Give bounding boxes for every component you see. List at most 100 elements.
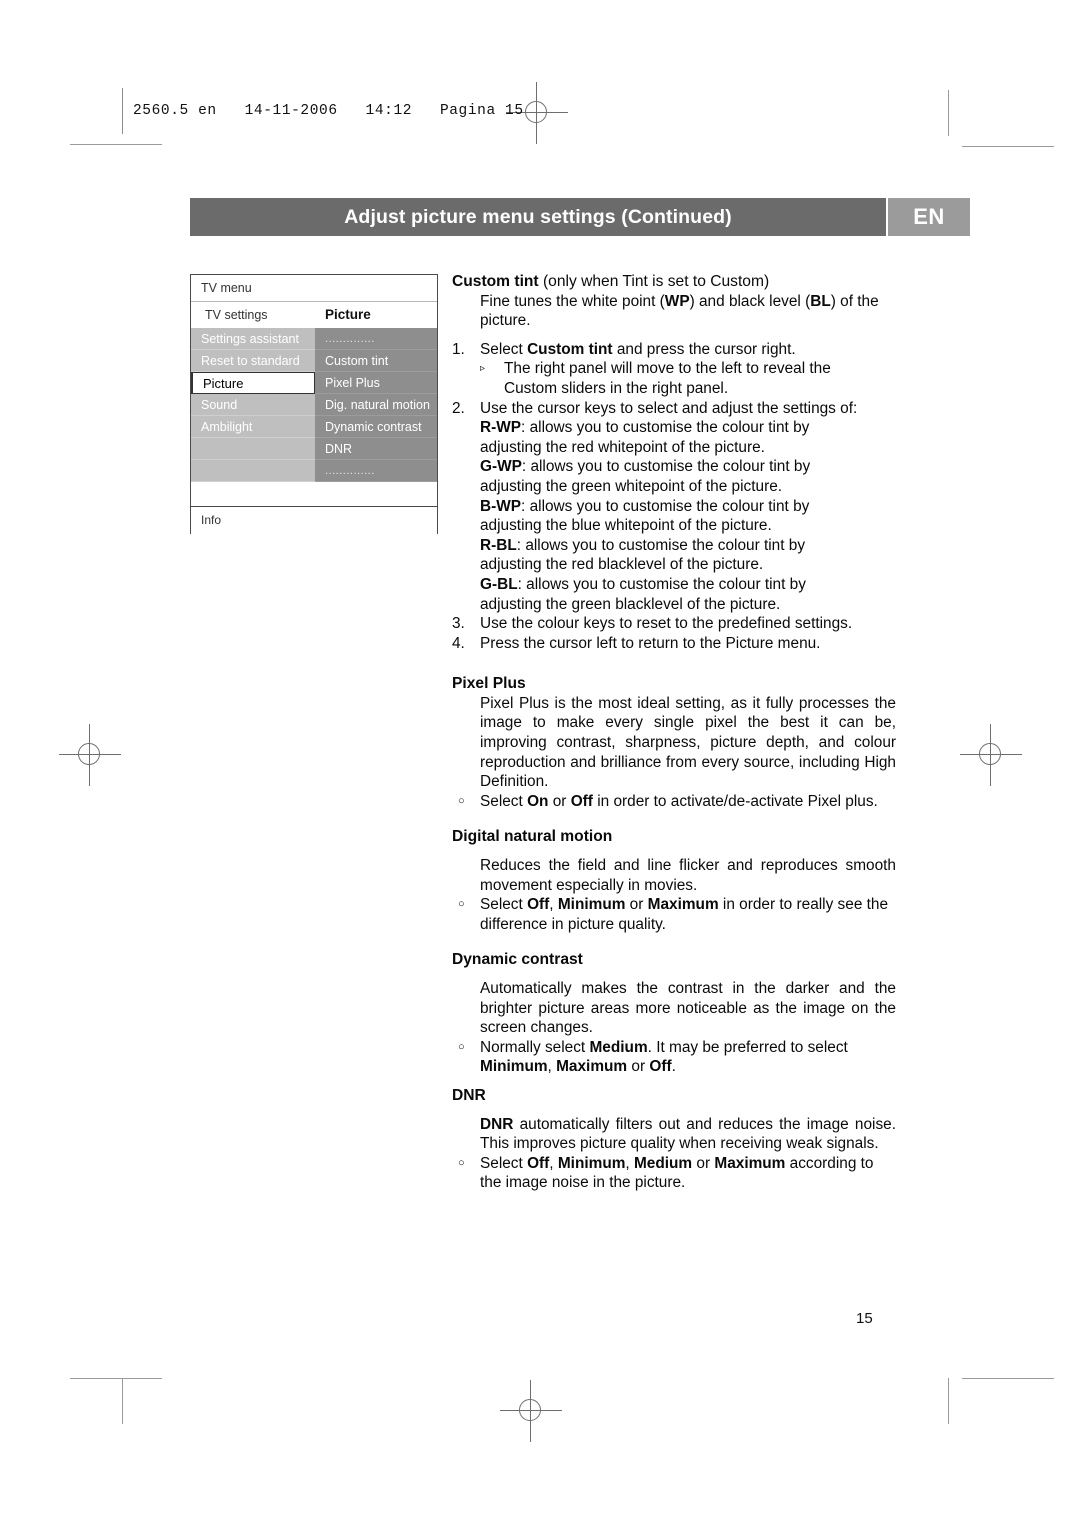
dc-bullet-a: Normally select [480,1038,590,1056]
tv-menu-item-blank-1 [191,438,315,460]
pixel-plus-option-off: Off [570,792,593,810]
definition-r-wp-term: R-WP [480,419,522,437]
tv-menu-item-sound[interactable]: Sound [191,394,315,416]
step-3-marker: 3. [452,615,465,633]
heading-custom-tint-bold: Custom tint [452,273,539,290]
dnr-abbr: DNR [480,1115,514,1133]
heading-dynamic-contrast: Dynamic contrast [452,951,583,969]
section-title-bar: Adjust picture menu settings (Continued)… [190,198,970,236]
dc-bullet-c: , [547,1058,557,1076]
pixel-plus-option-on: On [527,792,549,810]
tv-menu-item-dnr[interactable]: DNR [315,438,437,460]
tv-menu-right-subtitle: Picture [315,302,437,328]
bullet-dnr-select: ○ Select Off, Minimum, Medium or Maximum … [452,1154,896,1193]
definition-g-bl-line1: : allows you to customise the colour tin… [517,575,806,593]
bullet-dnm-select: ○ Select Off, Minimum or Maximum in order… [452,895,896,934]
tv-menu-title: TV menu [191,275,437,302]
definition-g-wp-line1: : allows you to customise the colour tin… [521,458,811,476]
definition-b-wp-line1: : allows you to customise the colour tin… [521,497,810,515]
tv-menu-item-ambilight[interactable]: Ambilight [191,416,315,438]
custom-tint-steps-tail: 3. Use the colour keys to reset to the pr… [452,614,896,653]
paragraph-dynamic-contrast: Automatically makes the contrast in the … [480,980,896,1037]
definition-b-wp-line2: adjusting the blue whitepoint of the pic… [480,517,772,535]
dnm-option-maximum: Maximum [647,896,719,914]
tv-menu-right-column: Picture .............. Custom tint Pixel… [315,302,437,506]
step-1-marker: 1. [452,340,465,358]
definition-g-wp-line2: adjusting the green whitepoint of the pi… [480,477,783,495]
step-2-marker: 2. [452,399,465,417]
heading-custom-tint-note: (only when Tint is set to Custom) [538,273,770,290]
dc-bullet-d: or [627,1058,650,1076]
tv-menu-item-pixel-plus[interactable]: Pixel Plus [315,372,437,394]
dc-option-off: Off [649,1058,672,1076]
dc-option-maximum: Maximum [556,1058,628,1076]
tv-menu-item-dynamic-contrast[interactable]: Dynamic contrast [315,416,437,438]
dnr-option-minimum: Minimum [557,1154,626,1172]
definition-g-bl: G-BL: allows you to customise the colour… [452,575,896,595]
definition-r-wp-line1: : allows you to customise the colour tin… [521,419,810,437]
step-3: 3. Use the colour keys to reset to the pr… [452,614,896,634]
circle-bullet-icon: ○ [458,898,465,911]
step-1: 1. Select Custom tint and press the curso… [452,340,896,360]
tv-menu-item-dots-bottom: .............. [315,460,437,482]
bullet-dynamic-contrast-select: ○ Normally select Medium. It may be prefe… [452,1038,896,1077]
paragraph-pixel-plus: Pixel Plus is the most ideal setting, as… [480,694,896,791]
dnr-bullet-b: , [549,1154,558,1172]
definition-r-wp: R-WP: allows you to customise the colour… [452,418,896,438]
language-badge: EN [888,198,970,236]
step-2-text: Use the cursor keys to select and adjust… [480,399,858,417]
dnm-bullet-c: or [625,896,648,914]
dnm-bullet-a: Select [480,896,528,914]
tv-menu-info-label: Info [191,506,437,534]
tv-menu-item-dig-natural-motion[interactable]: Dig. natural motion [315,394,437,416]
crop-mark-bottom-right-vertical [948,1378,949,1424]
heading-dnr: DNR [452,1086,486,1104]
tv-menu-item-reset-to-standard[interactable]: Reset to standard [191,350,315,372]
definition-r-bl: R-BL: allows you to customise the colour… [452,536,896,556]
paragraph-custom-tint-intro: Fine tunes the white point (WP) and blac… [452,292,896,331]
crop-mark-bottom-left-vertical [122,1378,123,1424]
article-body: Custom tint (only when Tint is set to Cu… [452,272,896,1193]
definition-b-wp-term: B-WP [480,497,522,515]
definition-r-bl-line1: : allows you to customise the colour tin… [516,536,806,554]
circle-bullet-icon: ○ [458,1040,465,1053]
tv-menu-item-picture[interactable]: Picture [191,372,315,394]
step-1-term: Custom tint [527,340,613,358]
crop-mark-bottom-right-horizontal [962,1378,1054,1379]
circle-bullet-icon: ○ [458,1156,465,1169]
print-job-header-text: 2560.5 en 14-11-2006 14:12 Pagina 15 [133,103,524,119]
page-number: 15 [856,1310,873,1327]
definition-r-bl-term: R-BL [480,536,517,554]
heading-digital-natural-motion: Digital natural motion [452,828,613,846]
crop-mark-bottom-left-horizontal [70,1378,162,1379]
step-1-text-a: Select [480,340,528,358]
tv-menu-item-custom-tint[interactable]: Custom tint [315,350,437,372]
pixel-plus-bullet-a: Select [480,792,528,810]
dnr-bullet-c: , [625,1154,634,1172]
pixel-plus-bullet-b: or [548,792,571,810]
registration-mark-left-middle [59,724,121,786]
step-4-marker: 4. [452,634,465,652]
section-title-background: Adjust picture menu settings (Continued) [190,198,886,236]
crop-mark-top-right-horizontal [962,146,1054,147]
dnm-option-off: Off [527,896,550,914]
dnr-bullet-d: or [692,1154,715,1172]
step-4-text: Press the cursor left to return to the P… [480,634,821,652]
registration-mark-right-middle [960,724,1022,786]
tv-menu-item-settings-assistant[interactable]: Settings assistant [191,328,315,350]
triangle-right-icon: ▹ [480,363,486,375]
crop-mark-top-left-horizontal [70,144,162,145]
heading-custom-tint: Custom tint (only when Tint is set to Cu… [452,272,896,292]
print-job-header: 2560.5 en 14-11-2006 14:12 Pagina 15 [122,88,602,134]
dnm-option-minimum: Minimum [557,896,626,914]
dnm-bullet-b: , [549,896,558,914]
definition-g-bl-term: G-BL [480,575,518,593]
dc-bullet-e: . [671,1058,676,1076]
